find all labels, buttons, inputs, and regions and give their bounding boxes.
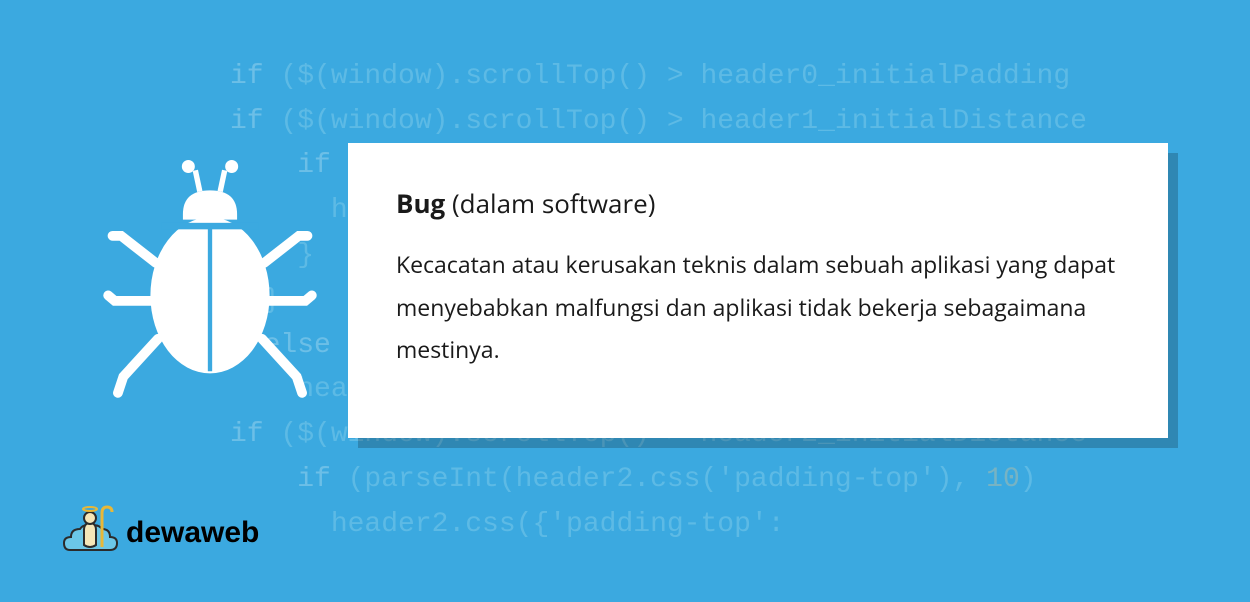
dewaweb-icon: [62, 505, 122, 560]
bug-icon: [100, 160, 320, 420]
card-title-bold: Bug: [396, 185, 445, 221]
content-wrapper: Bug (dalam software) Kecacatan atau keru…: [0, 0, 1250, 602]
logo-text: dewaweb: [126, 516, 259, 550]
card-body: Kecacatan atau kerusakan teknis dalam se…: [396, 243, 1120, 371]
definition-card: Bug (dalam software) Kecacatan atau keru…: [348, 143, 1168, 438]
logo: dewaweb: [62, 505, 259, 560]
card-title-regular: (dalam software): [445, 185, 655, 221]
card-title: Bug (dalam software): [396, 185, 1120, 221]
